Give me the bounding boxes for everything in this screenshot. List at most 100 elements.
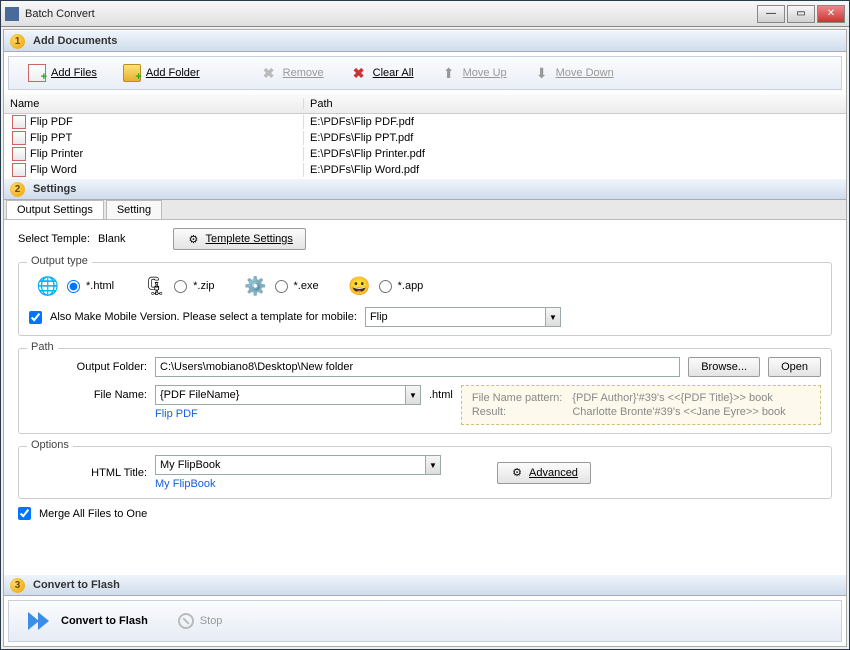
file-name: Flip Printer bbox=[30, 148, 83, 160]
app-icon bbox=[5, 7, 19, 21]
output-folder-label: Output Folder: bbox=[29, 361, 147, 373]
options-fieldset: Options HTML Title: ▼ My FlipBook ⚙ Adva… bbox=[18, 446, 832, 499]
table-row[interactable]: Flip Printer E:\PDFs\Flip Printer.pdf bbox=[4, 146, 846, 162]
output-html-label: *.html bbox=[86, 280, 114, 292]
file-list[interactable]: Flip PDFE:\PDFs\Flip PDF.pdf Flip PPT E:\P… bbox=[4, 114, 846, 178]
options-legend: Options bbox=[27, 439, 73, 451]
file-path: E:\PDFs\Flip PDF.pdf bbox=[304, 116, 846, 128]
stop-button[interactable]: Stop bbox=[178, 613, 223, 629]
minimize-button[interactable]: — bbox=[757, 5, 785, 23]
convert-toolbar: Convert to Flash Stop bbox=[8, 600, 842, 642]
tab-output-settings[interactable]: Output Settings bbox=[6, 200, 104, 219]
documents-toolbar: Add Files Add Folder ✖ Remove ✖ Clear Al… bbox=[8, 56, 842, 90]
result-value: Charlotte Bronte'#39's <<Jane Eyre>> boo… bbox=[572, 406, 810, 418]
pattern-label: File Name pattern: bbox=[472, 392, 562, 404]
output-exe-label: *.exe bbox=[294, 280, 319, 292]
arrow-up-icon: ⬆ bbox=[440, 64, 458, 82]
section-convert-header: 3 Convert to Flash bbox=[4, 574, 846, 596]
add-file-icon bbox=[28, 64, 46, 82]
clear-all-label: Clear All bbox=[373, 67, 414, 79]
html-title-hint: My FlipBook bbox=[155, 478, 441, 490]
output-app-label: *.app bbox=[398, 280, 424, 292]
file-path: E:\PDFs\Flip Printer.pdf bbox=[304, 148, 846, 160]
file-icon bbox=[12, 115, 26, 129]
advanced-button[interactable]: ⚙ Advanced bbox=[497, 462, 591, 484]
chevron-down-icon[interactable]: ▼ bbox=[425, 455, 441, 475]
output-zip-label: *.zip bbox=[193, 280, 214, 292]
stop-label: Stop bbox=[200, 615, 223, 627]
merge-all-label: Merge All Files to One bbox=[39, 508, 147, 520]
select-temple-label: Select Temple: bbox=[18, 233, 90, 245]
file-ext-label: .html bbox=[429, 389, 453, 401]
table-row[interactable]: Flip PDFE:\PDFs\Flip PDF.pdf bbox=[4, 114, 846, 130]
output-folder-input[interactable] bbox=[155, 357, 680, 377]
window: Batch Convert — ▭ ✕ 1 Add Documents Add … bbox=[0, 0, 850, 650]
select-temple-value: Blank bbox=[98, 233, 126, 245]
output-app-radio[interactable] bbox=[379, 280, 392, 293]
mac-icon: 😀 bbox=[347, 273, 373, 299]
add-folder-icon bbox=[123, 64, 141, 82]
path-legend: Path bbox=[27, 341, 58, 353]
column-path[interactable]: Path bbox=[304, 98, 846, 110]
add-folder-label: Add Folder bbox=[146, 67, 200, 79]
output-type-options: 🌐 *.html 🗜 *.zip ⚙️ *.exe bbox=[29, 271, 821, 301]
titlebar: Batch Convert — ▭ ✕ bbox=[1, 1, 849, 27]
convert-to-flash-label: Convert to Flash bbox=[61, 615, 148, 627]
remove-icon: ✖ bbox=[260, 64, 278, 82]
output-type-legend: Output type bbox=[27, 255, 92, 267]
close-button[interactable]: ✕ bbox=[817, 5, 845, 23]
output-zip-radio[interactable] bbox=[174, 280, 187, 293]
gear-icon: ⚙ bbox=[186, 232, 200, 246]
move-down-label: Move Down bbox=[556, 67, 614, 79]
templete-settings-button[interactable]: ⚙ Templete Settings bbox=[173, 228, 305, 250]
mobile-template-select[interactable] bbox=[365, 307, 545, 327]
html-title-input[interactable] bbox=[155, 455, 425, 475]
step-badge-2: 2 bbox=[10, 182, 25, 197]
column-name[interactable]: Name bbox=[4, 98, 304, 110]
section-add-documents-title: Add Documents bbox=[33, 35, 117, 47]
section-add-documents-header: 1 Add Documents bbox=[4, 30, 846, 52]
open-button[interactable]: Open bbox=[768, 357, 821, 377]
file-path: E:\PDFs\Flip PPT.pdf bbox=[304, 132, 846, 144]
convert-to-flash-button[interactable]: Convert to Flash bbox=[27, 608, 148, 634]
move-down-button[interactable]: ⬇ Move Down bbox=[522, 60, 625, 86]
chevron-down-icon[interactable]: ▼ bbox=[405, 385, 421, 405]
file-name: Flip PPT bbox=[30, 132, 72, 144]
table-row[interactable]: Flip PPT E:\PDFs\Flip PPT.pdf bbox=[4, 130, 846, 146]
output-type-fieldset: Output type 🌐 *.html 🗜 *.zip ⚙️ bbox=[18, 262, 832, 336]
exe-icon: ⚙️ bbox=[243, 273, 269, 299]
globe-icon: 🌐 bbox=[35, 273, 61, 299]
tab-setting[interactable]: Setting bbox=[106, 200, 162, 219]
clear-all-button[interactable]: ✖ Clear All bbox=[339, 60, 425, 86]
mobile-version-label: Also Make Mobile Version. Please select … bbox=[50, 311, 357, 323]
templete-settings-label: Templete Settings bbox=[205, 233, 292, 245]
file-icon bbox=[12, 147, 26, 161]
section-settings-title: Settings bbox=[33, 183, 76, 195]
filename-pattern-box: File Name pattern: {PDF Author}'#39's <<… bbox=[461, 385, 821, 425]
move-up-label: Move Up bbox=[463, 67, 507, 79]
merge-all-checkbox[interactable] bbox=[18, 507, 31, 520]
add-folder-button[interactable]: Add Folder bbox=[112, 60, 211, 86]
table-row[interactable]: Flip WordE:\PDFs\Flip Word.pdf bbox=[4, 162, 846, 178]
step-badge-3: 3 bbox=[10, 578, 25, 593]
file-icon bbox=[12, 131, 26, 145]
file-name-label: File Name: bbox=[29, 389, 147, 401]
output-exe-radio[interactable] bbox=[275, 280, 288, 293]
browse-button[interactable]: Browse... bbox=[688, 357, 760, 377]
chevron-down-icon[interactable]: ▼ bbox=[545, 307, 561, 327]
file-table-header: Name Path bbox=[4, 94, 846, 114]
move-up-button[interactable]: ⬆ Move Up bbox=[429, 60, 518, 86]
remove-button[interactable]: ✖ Remove bbox=[249, 60, 335, 86]
output-html-radio[interactable] bbox=[67, 280, 80, 293]
pattern-value: {PDF Author}'#39's <<{PDF Title}>> book bbox=[572, 392, 810, 404]
maximize-button[interactable]: ▭ bbox=[787, 5, 815, 23]
template-row: Select Temple: Blank ⚙ Templete Settings bbox=[18, 228, 832, 250]
window-title: Batch Convert bbox=[25, 8, 757, 20]
step-badge-1: 1 bbox=[10, 34, 25, 49]
file-name-input[interactable] bbox=[155, 385, 405, 405]
play-icon bbox=[27, 608, 53, 634]
client-area: 1 Add Documents Add Files Add Folder ✖ R… bbox=[3, 29, 847, 647]
remove-label: Remove bbox=[283, 67, 324, 79]
add-files-button[interactable]: Add Files bbox=[17, 60, 108, 86]
mobile-version-checkbox[interactable] bbox=[29, 311, 42, 324]
